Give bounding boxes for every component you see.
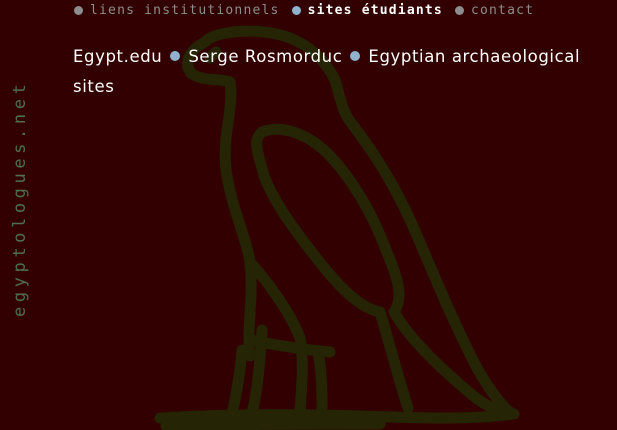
- top-navigation: liens institutionnels sites étudiants co…: [74, 3, 546, 18]
- separator-bullet-icon: [170, 51, 181, 61]
- page: egyptologues.net liens institutionnels s…: [0, 0, 617, 430]
- site-vertical-title-text: egyptologues.net: [10, 79, 30, 317]
- nav-bullet-icon: [291, 6, 301, 15]
- nav-bullet-icon: [74, 6, 83, 15]
- link-serge-rosmorduc[interactable]: Serge Rosmorduc: [188, 47, 342, 66]
- nav-link-contact[interactable]: contact: [471, 3, 534, 18]
- site-vertical-title: egyptologues.net: [2, 12, 42, 322]
- separator-bullet-icon: [350, 51, 361, 61]
- nav-link-sites-etudiants[interactable]: sites étudiants: [308, 3, 443, 18]
- nav-link-liens-institutionnels[interactable]: liens institutionnels: [90, 3, 280, 18]
- nav-bullet-icon: [454, 6, 464, 15]
- student-sites-list: Egypt.edu Serge Rosmorduc Egyptian archaeo…: [73, 42, 603, 102]
- link-egypt-edu[interactable]: Egypt.edu: [73, 47, 162, 66]
